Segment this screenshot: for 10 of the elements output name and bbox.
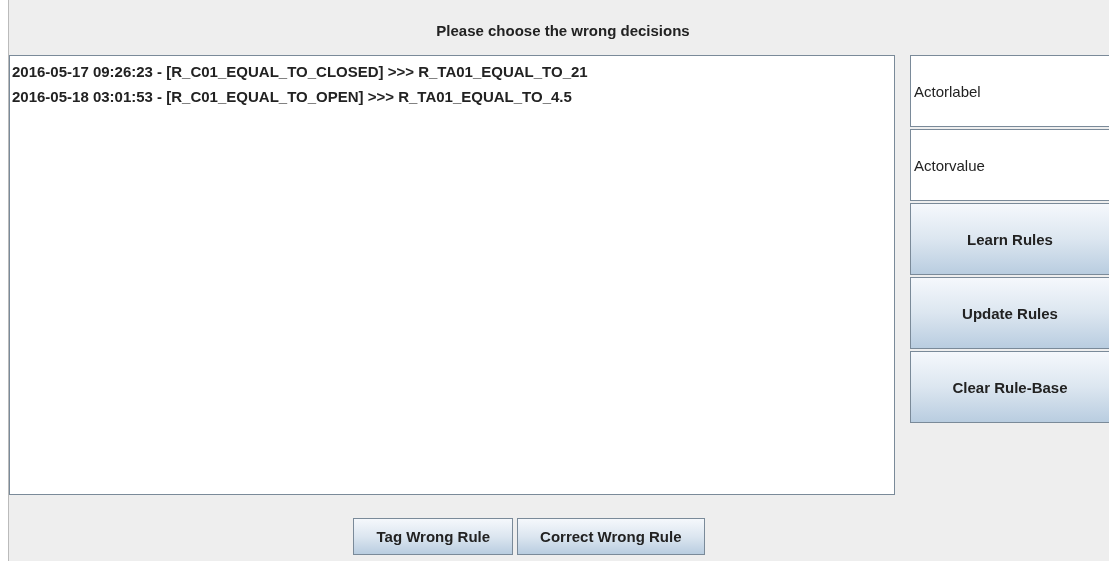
actor-label: Actorlabel [910,55,1109,127]
header-title: Please choose the wrong decisions [436,22,690,39]
decision-item[interactable]: 2016-05-18 03:01:53 - [R_C01_EQUAL_TO_OPEN] >>> R_TA01_EQUAL_TO_4.5 [12,84,892,109]
rule-action-button[interactable]: Correct Wrong Rule [517,518,705,555]
rule-button[interactable]: Learn Rules [910,203,1109,275]
rule-button[interactable]: Update Rules [910,277,1109,349]
actor-label: Actorvalue [910,129,1109,201]
rule-button[interactable]: Clear Rule-Base [910,351,1109,423]
decision-item[interactable]: 2016-05-17 09:26:23 - [R_C01_EQUAL_TO_CLOSED] >>> R_TA01_EQUAL_TO_21 [12,59,892,84]
rule-action-button[interactable]: Tag Wrong Rule [353,518,514,555]
